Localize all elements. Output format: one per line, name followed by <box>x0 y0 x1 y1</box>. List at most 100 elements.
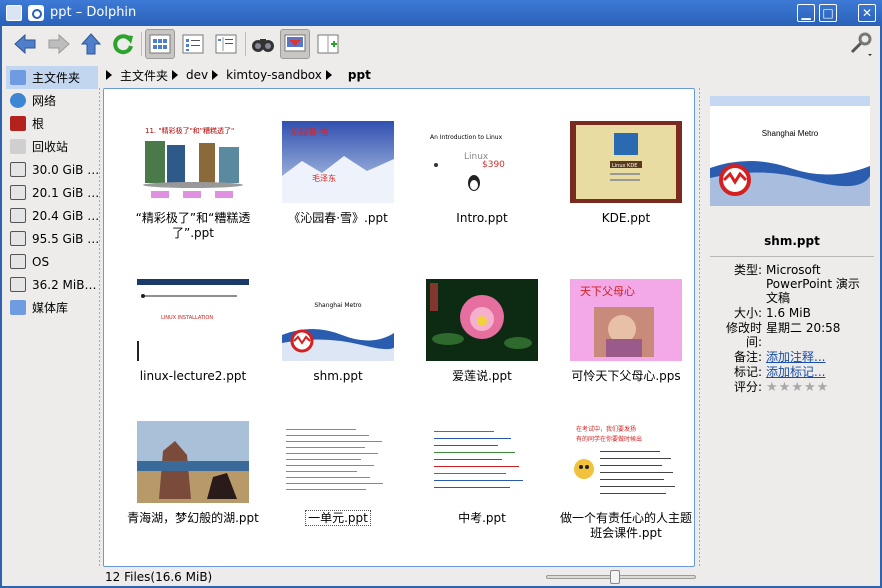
sidebar-item[interactable]: 媒体库 <box>6 296 98 319</box>
root-folder-icon <box>10 116 26 131</box>
sidebar-item[interactable]: 30.0 GiB … <box>6 158 98 181</box>
find-button[interactable] <box>248 29 278 59</box>
dolphin-window: ppt – Dolphin ▁ □ ✕ 主文件夹 网络 根 回收站 30.0 G… <box>0 0 882 588</box>
sidebar-item-label: 媒体库 <box>32 301 69 315</box>
thumb-text: 毛泽东 <box>312 173 336 183</box>
sidebar-item-label: 95.5 GiB … <box>32 231 98 246</box>
details-view-icon <box>182 34 204 54</box>
breadcrumb: 主文件夹 dev kimtoy-sandbox ppt <box>102 66 371 84</box>
file-thumbnail: LINUX INSTALLATION <box>137 279 249 361</box>
star-icon[interactable]: ★ <box>791 381 803 394</box>
thumb-text: LINUX INSTALLATION <box>161 315 213 321</box>
sidebar-item[interactable]: 根 <box>6 112 98 135</box>
file-item[interactable]: 沁园春·雪毛泽东《沁园春·雪》.ppt <box>268 121 408 226</box>
icons-view-button[interactable] <box>145 29 175 59</box>
preview-icon <box>284 34 306 52</box>
sidebar-item[interactable]: 回收站 <box>6 135 98 158</box>
thumb-text: 有的同学在你要做时候出 <box>576 435 642 443</box>
breadcrumb-arrow-icon[interactable] <box>325 70 332 80</box>
zoom-slider[interactable] <box>546 570 696 584</box>
file-item[interactable]: 青海湖，梦幻般的湖.ppt <box>123 421 263 526</box>
file-thumbnail <box>426 421 538 503</box>
sidebar-item[interactable]: 36.2 MiB… <box>6 273 98 296</box>
breadcrumb-item[interactable]: 主文件夹 <box>120 67 168 84</box>
breadcrumb-item[interactable]: kimtoy-sandbox <box>226 68 322 82</box>
find-icon <box>252 39 274 52</box>
file-item[interactable]: Shanghai Metro shm.ppt <box>268 279 408 384</box>
titlebar: ppt – Dolphin ▁ □ ✕ <box>0 0 882 26</box>
file-name: 可怜天下父母心.pps <box>571 369 681 383</box>
sidebar-item[interactable]: 20.4 GiB … <box>6 204 98 227</box>
maximize-button[interactable]: □ <box>819 4 837 22</box>
drive-icon <box>10 277 26 292</box>
star-icon[interactable]: ★ <box>779 381 791 394</box>
file-item[interactable]: 11. "精彩极了"和"糟糕透了" “精彩极了”和“糟糕透了”.ppt <box>123 121 263 241</box>
star-icon[interactable]: ★ <box>817 381 829 394</box>
sidebar-item[interactable]: OS <box>6 250 98 273</box>
file-thumbnail: Linux KDE <box>570 121 682 203</box>
star-icon[interactable]: ★ <box>804 381 816 394</box>
meta-key: 类型: <box>733 263 762 277</box>
forward-button[interactable] <box>44 29 74 59</box>
breadcrumb-item[interactable]: dev <box>186 68 208 82</box>
file-item[interactable]: 一单元.ppt <box>268 421 408 526</box>
star-icon[interactable]: ★ <box>766 381 778 394</box>
sidebar-item[interactable]: 网络 <box>6 89 98 112</box>
file-item[interactable]: 爱莲说.ppt <box>412 279 552 384</box>
meta-key: 备注: <box>733 350 762 364</box>
meta-link[interactable]: 添加标记... <box>766 365 825 379</box>
settings-button[interactable] <box>846 29 876 59</box>
information-panel: Shanghai Metro shm.ppt 类型: Microsoft Powe… <box>710 96 874 394</box>
meta-link[interactable]: 添加注释... <box>766 350 825 364</box>
file-name: shm.ppt <box>764 234 820 248</box>
file-name: 中考.ppt <box>458 511 506 525</box>
minimize-button[interactable]: ▁ <box>797 4 815 22</box>
zoom-slider-handle[interactable] <box>610 570 620 584</box>
dolphin-app-icon <box>28 5 44 21</box>
divider <box>710 256 874 257</box>
breadcrumb-arrow-icon[interactable] <box>172 70 179 80</box>
file-name: Intro.ppt <box>456 211 508 225</box>
file-item[interactable]: Linux KDE KDE.ppt <box>556 121 696 226</box>
file-name: 《沁园春·雪》.ppt <box>288 211 388 225</box>
columns-view-button[interactable] <box>211 29 241 59</box>
sidebar-item-label: 回收站 <box>32 140 69 154</box>
file-preview: Shanghai Metro <box>710 96 870 206</box>
sidebar-item[interactable]: 主文件夹 <box>6 66 98 89</box>
close-button[interactable]: ✕ <box>858 4 876 22</box>
preview-button[interactable] <box>280 29 310 59</box>
breadcrumb-arrow-icon[interactable] <box>212 70 219 80</box>
sidebar-item[interactable]: 20.1 GiB … <box>6 181 98 204</box>
meta-value: 1.6 MiB <box>766 306 811 320</box>
rating-stars[interactable]: ★ ★ ★ ★ ★ <box>766 380 870 394</box>
sidebar-splitter[interactable] <box>99 88 100 568</box>
meta-key: 大小: <box>733 306 762 320</box>
up-button[interactable] <box>76 29 106 59</box>
meta-key: 评分: <box>733 380 762 394</box>
split-button[interactable] <box>313 29 343 59</box>
sidebar-item-label: 20.1 GiB … <box>32 185 98 200</box>
sidebar-item-label: 20.4 GiB … <box>32 208 98 223</box>
window-menu-icon[interactable] <box>6 5 22 21</box>
file-view[interactable]: 11. "精彩极了"和"糟糕透了" “精彩极了”和“糟糕透了”.ppt 沁园春·雪毛… <box>103 88 695 567</box>
reload-button[interactable] <box>108 29 138 59</box>
sidebar-item-label: 网络 <box>32 94 57 108</box>
sidebar-item[interactable]: 95.5 GiB … <box>6 227 98 250</box>
file-item[interactable]: 中考.ppt <box>412 421 552 526</box>
info-splitter[interactable] <box>699 88 700 568</box>
thumb-text: 天下父母心 <box>580 285 635 298</box>
details-view-button[interactable] <box>178 29 208 59</box>
file-item[interactable]: An Introduction to Linux Linux $390 Intro.p… <box>412 121 552 226</box>
thumb-text: 沁园春·雪 <box>290 126 329 138</box>
drive-icon <box>10 231 26 246</box>
drive-icon <box>10 185 26 200</box>
breadcrumb-arrow-icon[interactable] <box>106 70 112 80</box>
file-thumbnail <box>137 421 249 503</box>
toolbar-separator <box>245 32 246 56</box>
file-thumbnail: 11. "精彩极了"和"糟糕透了" <box>137 121 249 203</box>
file-item[interactable]: LINUX INSTALLATION linux-lecture2.ppt <box>123 279 263 384</box>
file-item[interactable]: 天下父母心可怜天下父母心.pps <box>556 279 696 384</box>
back-button[interactable] <box>10 29 40 59</box>
file-thumbnail <box>282 421 394 503</box>
file-item[interactable]: 在考试中，我们要发扬 有的同学在你要做时候出 做一个有责任心的人主题班会课件.ppt <box>556 421 696 541</box>
